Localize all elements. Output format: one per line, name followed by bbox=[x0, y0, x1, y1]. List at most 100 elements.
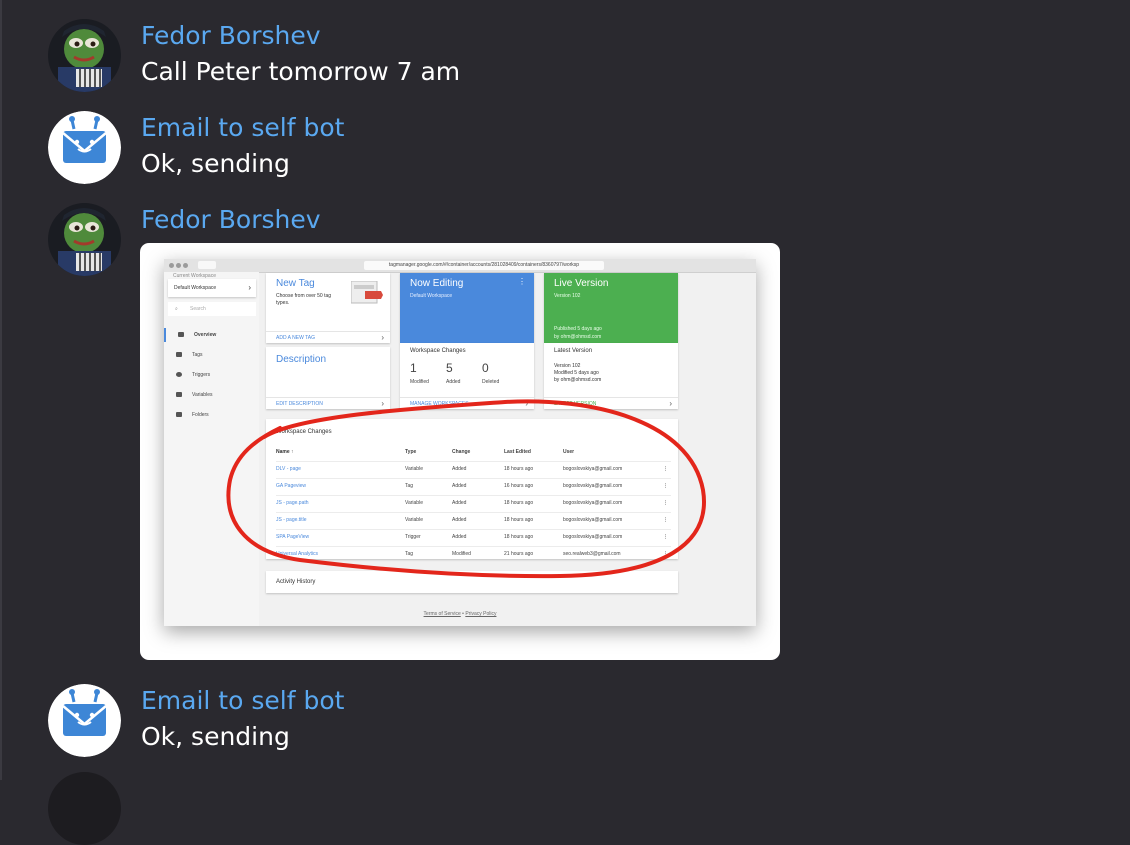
cell-user: bogoslovskiya@gmail.com bbox=[563, 500, 623, 506]
robot-envelope-icon[interactable] bbox=[48, 684, 121, 757]
chevron-right-icon: › bbox=[525, 399, 528, 408]
search-placeholder: Search bbox=[190, 306, 206, 312]
terms-link: Terms of Service bbox=[423, 611, 461, 617]
card-title: New Tag bbox=[276, 278, 315, 289]
privacy-link: Privacy Policy bbox=[465, 611, 497, 617]
sender-name[interactable]: Email to self bot bbox=[141, 686, 344, 715]
stat-value: 5 bbox=[446, 361, 453, 375]
frog-avatar-icon[interactable] bbox=[48, 203, 121, 276]
link-label: LATEST VERSION bbox=[554, 401, 597, 407]
cell-user: bogoslovskiya@gmail.com bbox=[563, 517, 623, 523]
cell-user: bogoslovskiya@gmail.com bbox=[563, 483, 623, 489]
workspace-changes-card: Workspace Changes 1 Modified 5 Added 0 D… bbox=[400, 343, 534, 409]
table-row: GA Pageview Tag Added 16 hours ago bogos… bbox=[276, 478, 671, 496]
nav-overview: Overview bbox=[164, 328, 259, 342]
cell-type: Variable bbox=[405, 466, 423, 472]
card-desc: types. bbox=[276, 300, 290, 306]
stat-label: Added bbox=[446, 379, 461, 385]
modified-text: Modified 5 days ago bbox=[554, 370, 599, 376]
window-dot-icon bbox=[176, 263, 181, 268]
card-desc: Choose from over 50 tag bbox=[276, 293, 332, 299]
cell-name: DLV - page bbox=[276, 466, 301, 472]
nav-variables: Variables bbox=[164, 388, 259, 402]
cell-edited: 18 hours ago bbox=[504, 466, 534, 472]
more-icon: ⋮ bbox=[663, 534, 668, 540]
avatar-partial bbox=[48, 772, 121, 845]
cell-edited: 21 hours ago bbox=[504, 551, 534, 557]
cell-user: seo.realweb3@gmail.com bbox=[563, 551, 621, 557]
new-tag-card: New Tag Choose from over 50 tag types. A… bbox=[266, 273, 390, 343]
cell-name: GA Pageview bbox=[276, 483, 307, 489]
nav-label: Variables bbox=[192, 392, 213, 398]
link-label: EDIT DESCRIPTION bbox=[276, 401, 323, 407]
robot-envelope-icon[interactable] bbox=[48, 111, 121, 184]
column-header: User bbox=[563, 449, 575, 455]
cell-name: SPA PageView bbox=[276, 534, 310, 540]
published-text: Published 5 days ago bbox=[554, 326, 602, 332]
live-version-card: Live Version Version 102 Published 5 day… bbox=[544, 273, 678, 343]
card-title: Activity History bbox=[276, 579, 316, 585]
chevron-right-icon: › bbox=[381, 333, 384, 342]
chevron-right-icon: › bbox=[669, 399, 672, 408]
card-subtitle: Version 102 bbox=[554, 293, 581, 299]
nav-label: Folders bbox=[192, 412, 209, 418]
sender-name[interactable]: Fedor Borshev bbox=[141, 205, 321, 234]
stat-value: 1 bbox=[410, 361, 417, 375]
table-header: Name ↑ Type Change Last Edited User bbox=[276, 444, 671, 462]
folder-icon bbox=[176, 412, 182, 417]
more-icon: ⋮ bbox=[518, 277, 526, 286]
cell-user: bogoslovskiya@gmail.com bbox=[563, 466, 623, 472]
version-text: Version 102 bbox=[554, 363, 581, 369]
search-field: ⌕ Search bbox=[168, 302, 256, 316]
stat-label: Modified bbox=[410, 379, 429, 385]
cell-change: Added bbox=[452, 534, 467, 540]
image-attachment[interactable]: tagmanager.google.com/#/container/accoun… bbox=[140, 243, 780, 660]
nav-tags: Tags bbox=[164, 348, 259, 362]
card-title: Workspace Changes bbox=[410, 348, 466, 354]
nav-folders: Folders bbox=[164, 408, 259, 422]
nav-label: Overview bbox=[194, 332, 217, 338]
frog-avatar-icon[interactable] bbox=[48, 19, 121, 92]
cell-name: JS - page.path bbox=[276, 500, 309, 506]
cell-change: Added bbox=[452, 517, 467, 523]
card-title: Live Version bbox=[554, 278, 609, 289]
gtm-screenshot: tagmanager.google.com/#/container/accoun… bbox=[164, 259, 756, 626]
cell-edited: 16 hours ago bbox=[504, 483, 534, 489]
briefcase-icon bbox=[178, 332, 184, 337]
card-title: Latest Version bbox=[554, 348, 593, 354]
now-editing-card: Now Editing Default Workspace ⋮ bbox=[400, 273, 534, 343]
edit-description-link: EDIT DESCRIPTION › bbox=[266, 397, 390, 409]
card-subtitle: Default Workspace bbox=[410, 293, 453, 299]
link-label: ADD A NEW TAG bbox=[276, 335, 315, 341]
description-card: Description EDIT DESCRIPTION › bbox=[266, 347, 390, 409]
column-header: Name ↑ bbox=[276, 449, 294, 455]
manage-workspaces-link: MANAGE WORKSPACES › bbox=[400, 397, 534, 409]
activity-history-card: Activity History bbox=[266, 571, 678, 593]
gtm-sidebar: Current Workspace Default Workspace › ⌕ … bbox=[164, 272, 259, 626]
table-row: JS - page.path Variable Added 18 hours a… bbox=[276, 495, 671, 513]
cell-change: Added bbox=[452, 500, 467, 506]
trigger-icon bbox=[176, 372, 182, 377]
cell-edited: 18 hours ago bbox=[504, 500, 534, 506]
sender-name[interactable]: Email to self bot bbox=[141, 113, 344, 142]
cell-type: Variable bbox=[405, 517, 423, 523]
cell-type: Trigger bbox=[405, 534, 421, 540]
more-icon: ⋮ bbox=[663, 500, 668, 506]
column-header: Change bbox=[452, 449, 471, 455]
sender-name[interactable]: Fedor Borshev bbox=[141, 21, 321, 50]
message-text: Ok, sending bbox=[141, 149, 290, 178]
back-forward-icon bbox=[198, 261, 216, 269]
cell-name: Universal Analytics bbox=[276, 551, 318, 557]
chevron-right-icon: › bbox=[248, 283, 251, 292]
cell-name: JS - page.title bbox=[276, 517, 307, 523]
add-new-tag-link: ADD A NEW TAG › bbox=[266, 331, 390, 343]
table-row: JS - page.title Variable Added 18 hours … bbox=[276, 512, 671, 530]
published-by: by ohm@ohmsd.com bbox=[554, 334, 602, 340]
card-title: Now Editing bbox=[410, 278, 464, 289]
table-title: Workspace Changes bbox=[276, 429, 332, 435]
table-row: Universal Analytics Tag Modified 21 hour… bbox=[276, 546, 671, 563]
stat-value: 0 bbox=[482, 361, 489, 375]
table-row: DLV - page Variable Added 18 hours ago b… bbox=[276, 461, 671, 479]
cell-type: Variable bbox=[405, 500, 423, 506]
table-row: SPA PageView Trigger Added 18 hours ago … bbox=[276, 529, 671, 547]
